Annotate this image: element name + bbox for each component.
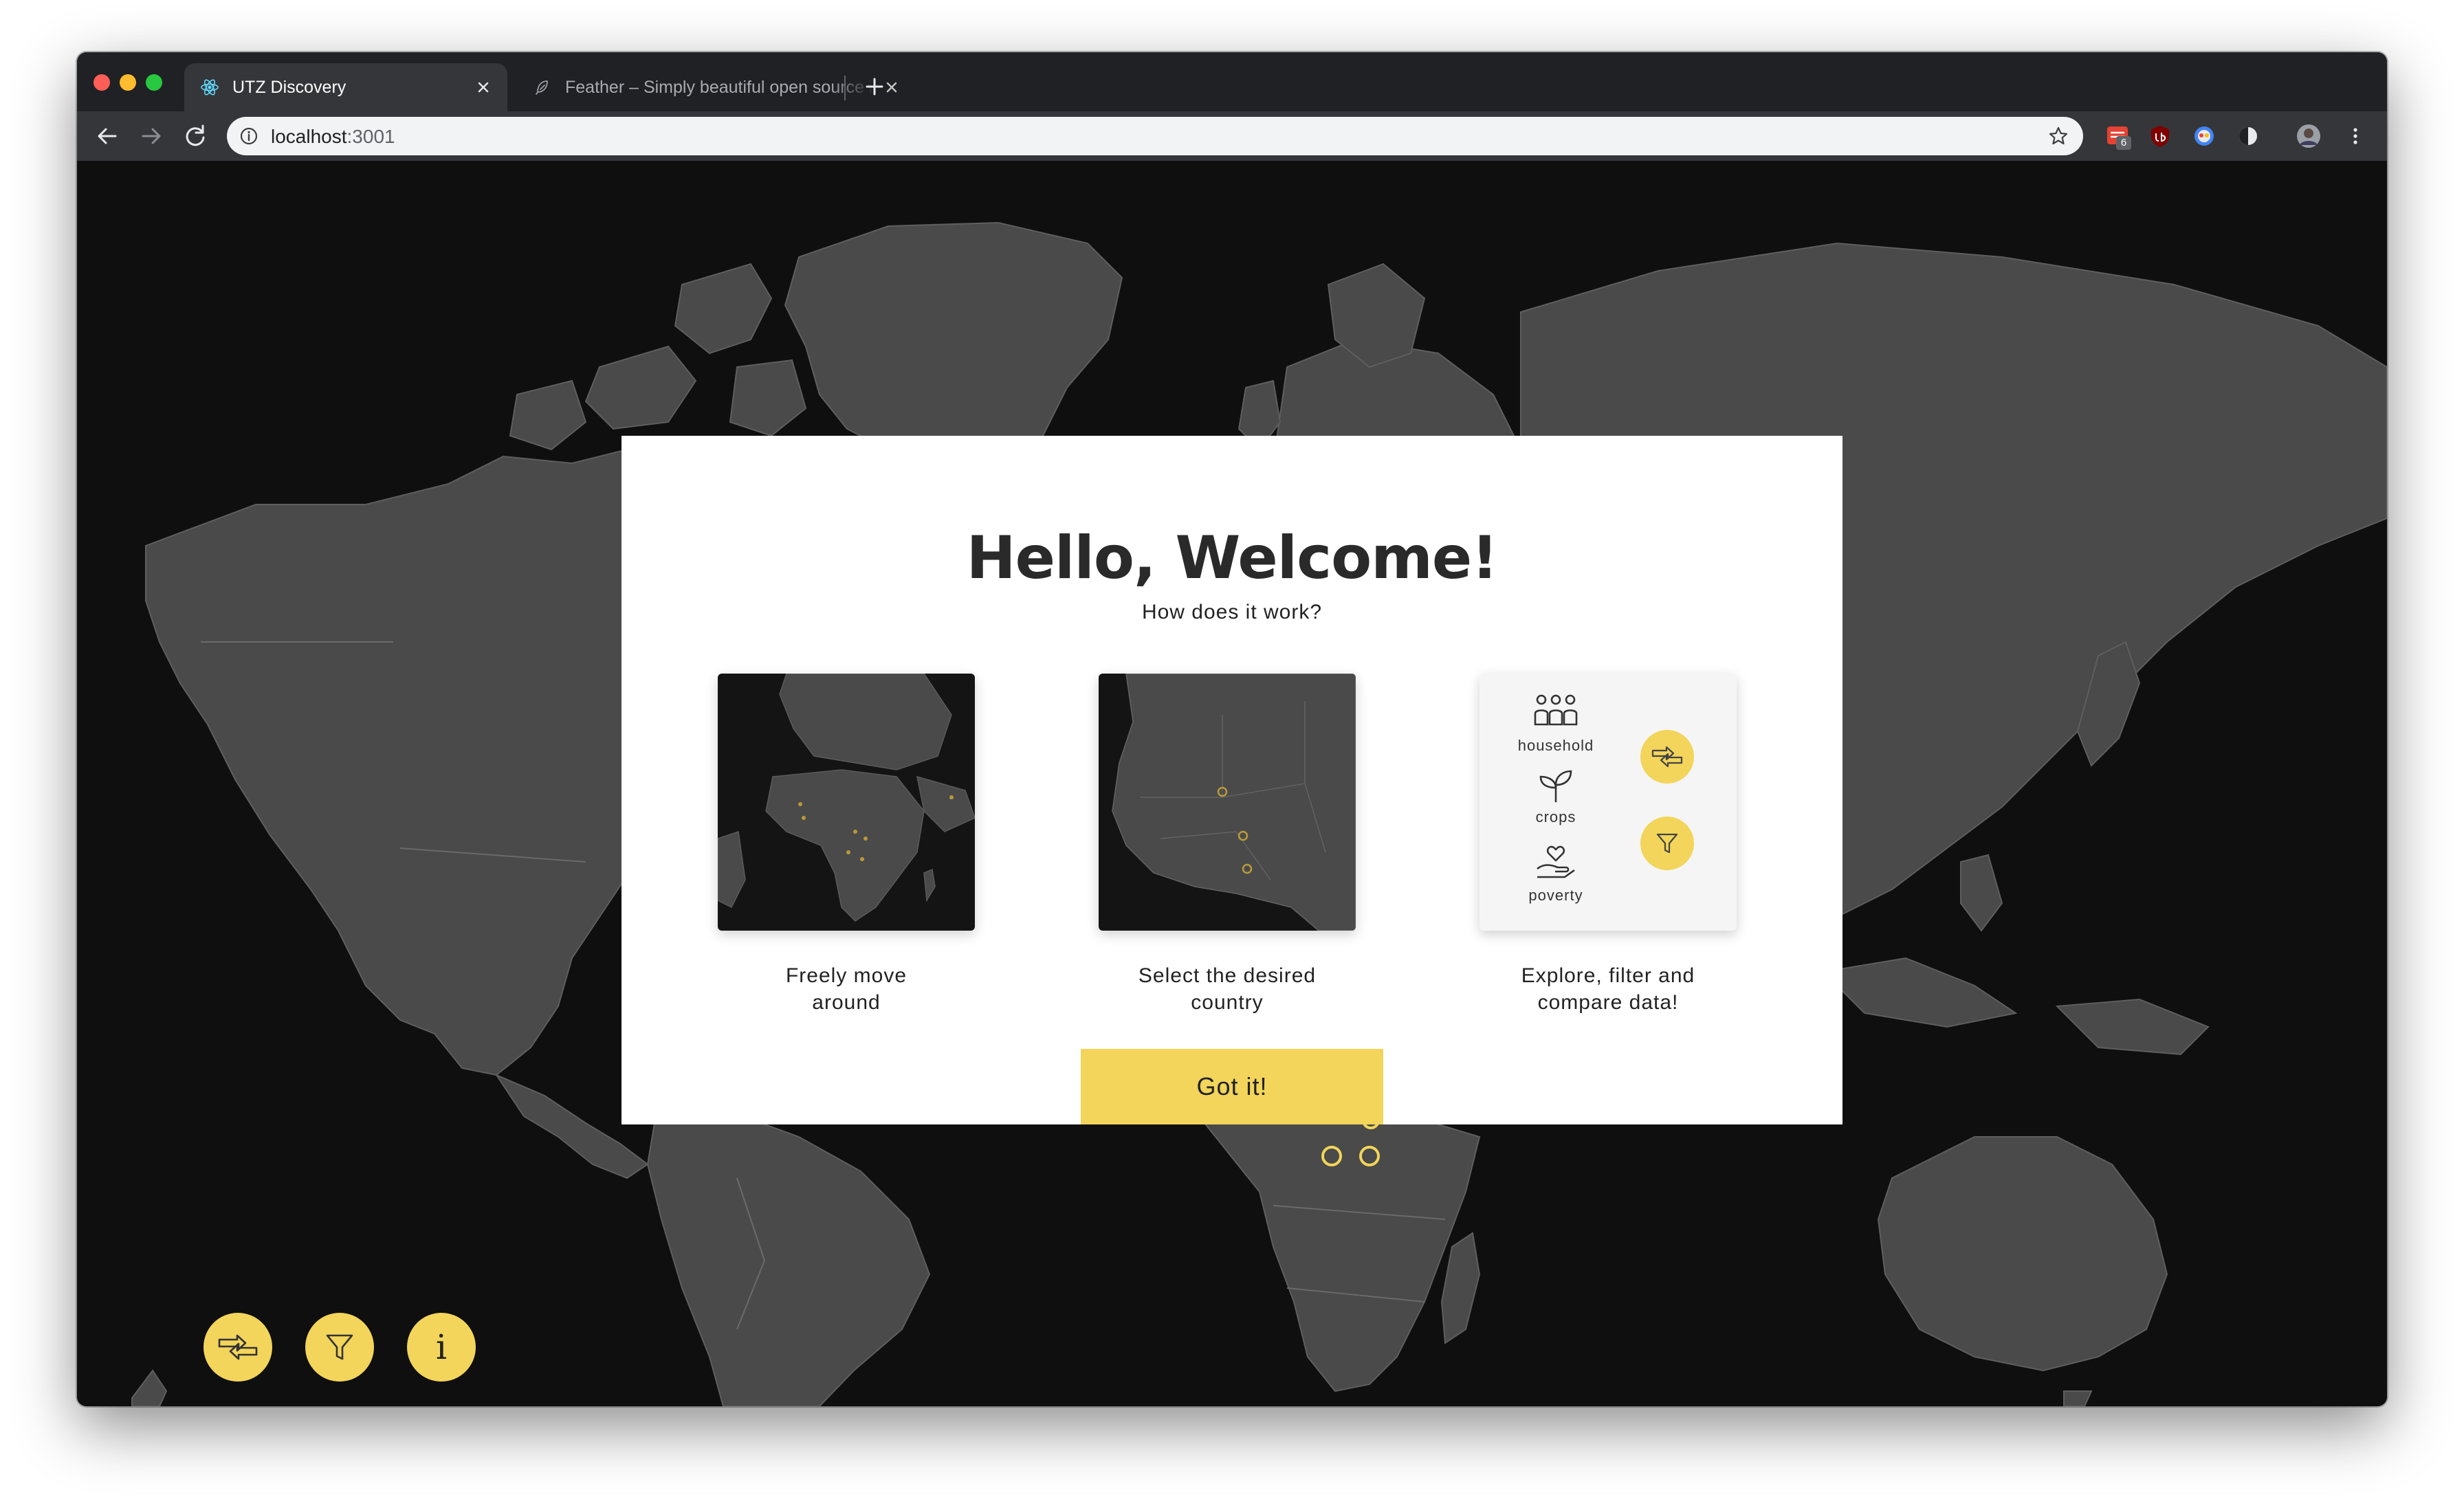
arctic-island-shape [674,263,773,355]
hand-heart-icon [1537,845,1575,878]
new-tab-icon[interactable] [861,73,888,100]
tab-title: UTZ Discovery [232,77,346,97]
info-button[interactable]: i [407,1313,476,1382]
arctic-island-shape [729,359,807,437]
data-dot [853,830,857,834]
map-view[interactable]: Hello, Welcome! How does it work? Freely… [77,161,2387,1406]
tab-strip: UTZ Discovery Feather – Simply beautiful… [77,52,2387,111]
compare-icon [218,1334,258,1360]
url-text[interactable]: localhost:3001 [271,126,395,148]
url-port: :3001 [346,126,395,147]
category-label: household [1517,737,1594,754]
category-label: crops [1535,808,1576,825]
step-explore-label: Explore, filter and compare data! [1471,962,1746,1016]
data-dot [798,802,802,806]
europe-mini-shape [779,674,952,770]
arctic-island-shape [584,345,697,430]
filter-button[interactable] [305,1313,374,1382]
info-icon: i [436,1327,447,1367]
sprout-icon [1539,770,1572,803]
todoist-icon[interactable]: 6 [2105,124,2131,150]
close-tab-icon[interactable] [474,78,492,96]
step-label-line: Explore, filter and [1521,964,1695,987]
data-dot [846,850,850,854]
arctic-island-shape [509,379,587,451]
data-dot [860,857,864,861]
step-move-label: Freely move around [709,962,984,1016]
world-zoomed-map [718,674,975,922]
browser-window: UTZ Discovery Feather – Simply beautiful… [77,52,2387,1406]
arabia-mini-shape [916,775,975,832]
back-arrow-icon[interactable] [92,121,122,151]
forward-arrow-icon[interactable] [136,121,166,151]
profile-avatar[interactable] [2296,124,2321,148]
modal-subtitle: How does it work? [1141,601,1323,623]
users-icon [1534,694,1578,726]
step-label-line: country [1191,991,1264,1014]
step-move-illustration [718,674,975,931]
indonesia-shape [1821,957,2018,1028]
data-dot [949,795,954,799]
tab-utz-discovery[interactable]: UTZ Discovery [184,63,507,111]
west-africa-map [1112,674,1356,931]
step-label-line: compare data! [1537,991,1679,1014]
category-label: poverty [1528,887,1583,904]
madagascar-mini-shape [923,868,936,902]
south-america-shape [646,1108,931,1406]
west-africa-mini-shape [1112,674,1356,931]
zoom-window-button[interactable] [146,74,162,91]
tab-divider [844,76,846,100]
compare-icon [1651,746,1683,767]
step-select-label: Select the desired country [1090,962,1365,1016]
filter-mini-button [1640,817,1694,870]
minimize-window-button[interactable] [120,74,136,91]
data-dot [802,816,806,820]
react-icon [201,79,219,96]
address-bar[interactable]: localhost:3001 [227,117,2083,155]
sa-mini-shape [718,831,746,909]
filter-icon [326,1334,353,1360]
feather-icon [536,80,548,95]
got-it-button[interactable]: Got it! [1081,1049,1383,1124]
modal-title: Hello, Welcome! [966,524,1499,592]
tab-feather[interactable]: Feather – Simply beautiful open source i… [517,63,916,111]
browser-toolbar: localhost:3001 6 [77,111,2387,161]
compare-button[interactable] [204,1313,272,1382]
url-host: localhost [271,126,347,147]
philippines-shape [1960,854,2003,932]
africa-mini-shape [765,769,925,922]
madagascar-shape [1440,1232,1481,1344]
welcome-modal: Hello, Welcome! How does it work? Freely… [622,436,1842,1124]
extension-badge: 6 [2116,136,2131,150]
devtools-icon[interactable] [2192,124,2216,148]
tasmania-shape [2063,1390,2093,1406]
more-menu-icon[interactable] [2343,124,2368,148]
tab-title: Feather – Simply beautiful open source i… [565,77,876,97]
dark-reader-icon[interactable] [2236,124,2260,148]
africa-shape [1203,1108,1481,1393]
step-label-line: Select the desired [1138,964,1317,987]
close-window-button[interactable] [94,74,110,91]
reload-icon[interactable] [180,121,210,151]
australia-shape [1877,1136,2168,1372]
ublock-icon[interactable] [2148,124,2172,148]
data-dot [864,836,868,841]
new-guinea-shape [2055,998,2210,1056]
step-select-illustration [1099,674,1356,931]
new-zealand-shape [131,1369,168,1406]
step-explore-illustration: household crops poverty [1480,674,1737,931]
bookmark-star-icon[interactable] [2047,125,2069,147]
step-label-line: Freely move [785,964,908,987]
compare-mini-button [1640,730,1694,784]
site-info-icon[interactable] [239,126,258,146]
filter-icon [1656,833,1678,854]
step-label-line: around [812,991,881,1014]
